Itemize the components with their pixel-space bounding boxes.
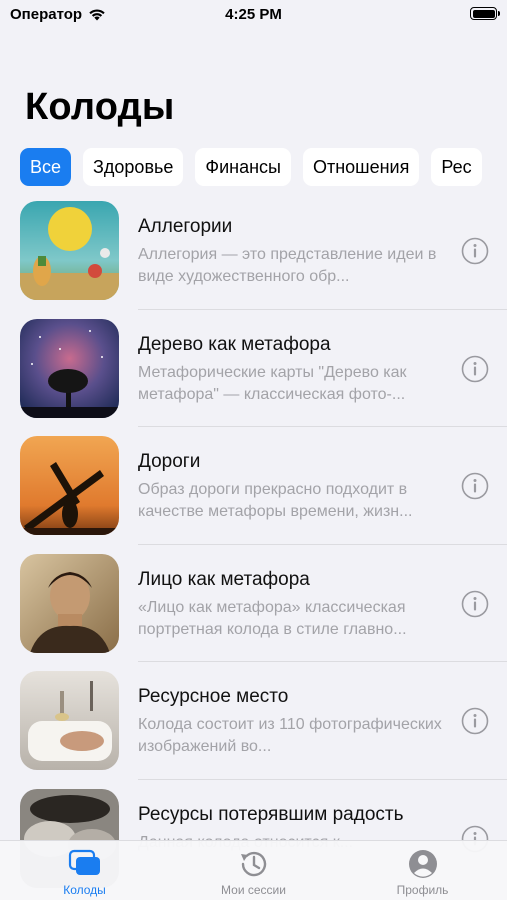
tab-bar: Колоды Мои сессии Профиль: [0, 840, 507, 900]
deck-thumbnail: [20, 553, 119, 653]
filter-chip-resources[interactable]: Рес: [431, 148, 482, 186]
deck-title: Аллегории: [138, 216, 233, 237]
status-bar: Оператор 4:25 PM: [0, 0, 507, 30]
tab-decks[interactable]: Колоды: [0, 841, 169, 900]
page-title: Колоды: [25, 86, 175, 128]
battery-icon: [470, 7, 500, 20]
tab-profile-label: Профиль: [396, 883, 449, 897]
clock: 4:25 PM: [225, 6, 282, 23]
deck-description: Колода состоит из 110 фотографических из…: [138, 716, 442, 755]
deck-row[interactable]: Дороги Образ дороги прекрасно подходит в…: [0, 427, 507, 545]
decks-icon: [68, 849, 100, 875]
deck-row[interactable]: Ресурсное место Колода состоит из 110 фо…: [0, 662, 507, 780]
info-icon[interactable]: [461, 355, 489, 383]
deck-thumbnail: [20, 318, 119, 418]
deck-thumbnail: [20, 436, 119, 535]
deck-description: Метафорические карты "Дерево как метафор…: [138, 363, 407, 403]
deck-description: Образ дороги прекрасно подходит в качест…: [138, 481, 413, 520]
deck-title: Ресурсное место: [138, 686, 289, 707]
tab-decks-label: Колоды: [63, 883, 106, 897]
tab-sessions[interactable]: Мои сессии: [169, 841, 338, 900]
filter-chip-finance[interactable]: Финансы: [195, 148, 291, 186]
deck-list: Аллегории Аллегория — это представление …: [0, 192, 507, 897]
tab-profile[interactable]: Профиль: [338, 841, 507, 900]
filter-chips: Все Здоровье Финансы Отношения Рес: [20, 148, 482, 186]
filter-chip-all[interactable]: Все: [20, 148, 72, 186]
deck-row[interactable]: Лицо как метафора «Лицо как метафора» кл…: [0, 545, 507, 662]
filter-chip-relationships[interactable]: Отношения: [302, 148, 420, 186]
deck-title: Дерево как метафора: [138, 333, 331, 355]
screen: Оператор 4:25 PM Колоды Все Здоровье Фин…: [0, 0, 507, 900]
info-icon[interactable]: [461, 237, 489, 265]
tab-sessions-label: Мои сессии: [221, 883, 286, 897]
info-icon[interactable]: [461, 590, 489, 618]
deck-description: «Лицо как метафора» классическая портрет…: [138, 598, 407, 638]
deck-thumbnail: [20, 671, 119, 770]
profile-icon: [408, 850, 437, 878]
deck-title: Лицо как метафора: [138, 568, 310, 590]
deck-description: Аллегория — это представление идеи в вид…: [138, 246, 437, 285]
info-icon[interactable]: [461, 707, 489, 735]
filter-chip-health[interactable]: Здоровье: [83, 148, 184, 186]
deck-title: Дороги: [138, 451, 201, 472]
info-icon[interactable]: [461, 472, 489, 500]
deck-row[interactable]: Аллегории Аллегория — это представление …: [0, 192, 507, 310]
deck-row[interactable]: Дерево как метафора Метафорические карты…: [0, 310, 507, 427]
deck-thumbnail: [20, 201, 119, 300]
deck-title: Ресурсы потерявшим радость: [138, 803, 404, 825]
history-icon: [240, 851, 266, 877]
